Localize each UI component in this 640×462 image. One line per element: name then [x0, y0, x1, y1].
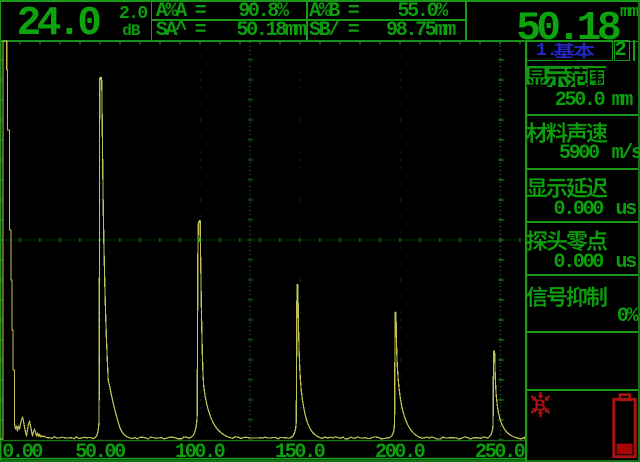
- svg-text:B: B: [534, 397, 546, 414]
